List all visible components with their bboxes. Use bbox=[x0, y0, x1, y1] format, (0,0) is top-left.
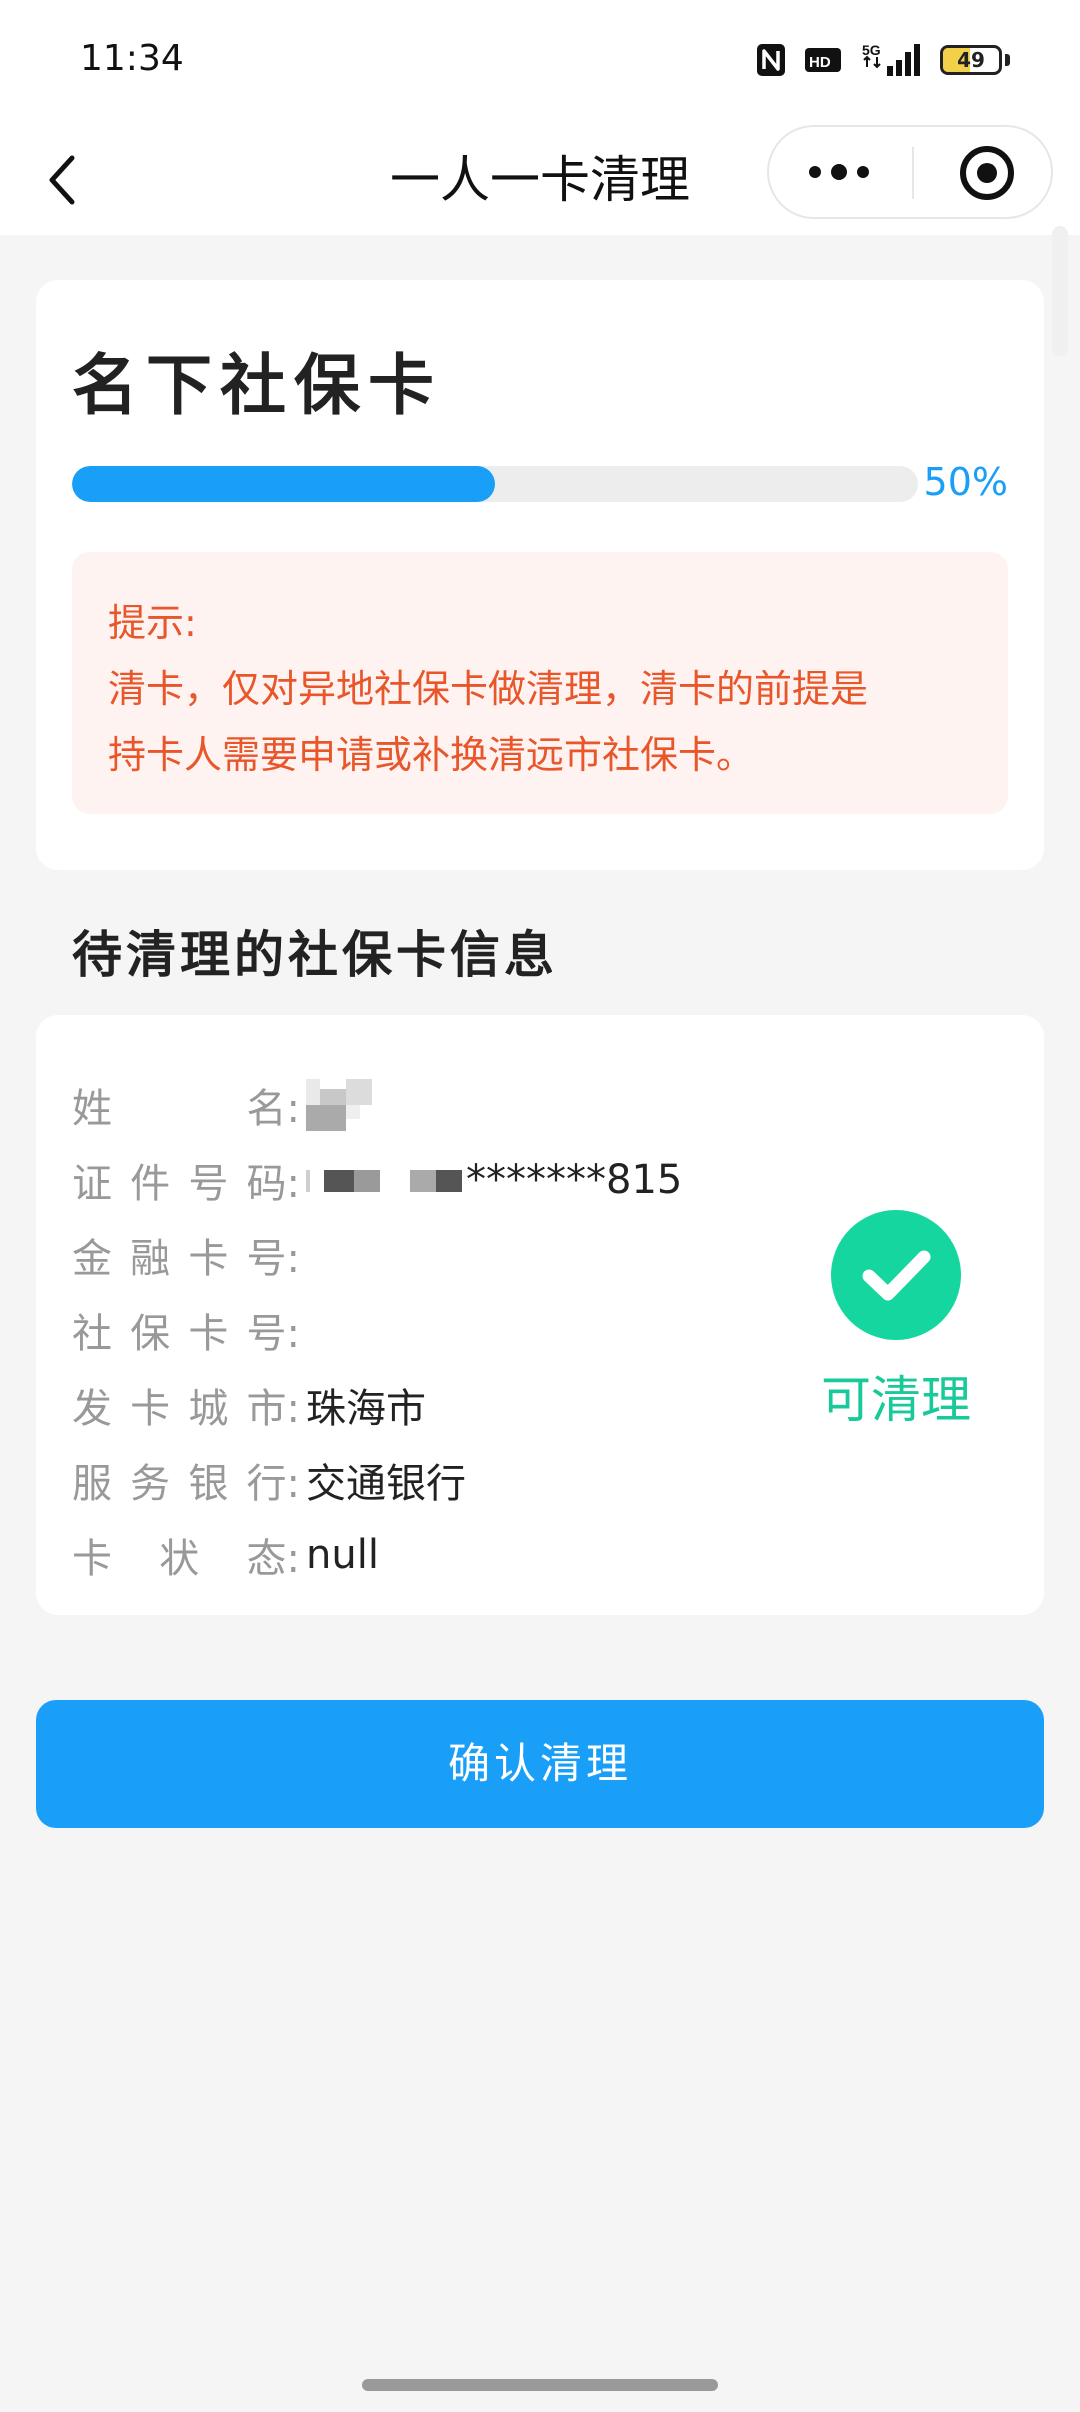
field-label: 证件号码: bbox=[72, 1151, 306, 1209]
label-char: 发 bbox=[72, 1386, 112, 1432]
close-target-icon[interactable] bbox=[957, 144, 1017, 202]
back-chevron-icon[interactable] bbox=[40, 150, 100, 210]
svg-text:HD: HD bbox=[809, 54, 831, 71]
field-label: 发卡城市: bbox=[72, 1376, 306, 1434]
status-icons: HD 5G 49 bbox=[756, 40, 1010, 80]
cleanable-status: 可清理 bbox=[821, 1371, 971, 1429]
label-char: 态: bbox=[246, 1536, 300, 1582]
progress-fill bbox=[72, 466, 495, 502]
label-char: 行: bbox=[246, 1461, 300, 1507]
label-char: 号: bbox=[246, 1311, 300, 1357]
notice-box: 提示: 清卡，仅对异地社保卡做清理，清卡的前提是 持卡人需要申请或补换清远市社保… bbox=[72, 552, 1008, 814]
label-char: 市: bbox=[246, 1386, 300, 1432]
home-indicator[interactable] bbox=[362, 2379, 718, 2391]
status-time: 11:34 bbox=[80, 38, 184, 79]
card-info-panel: 姓名: 证件号码: *******815 金融卡号: 社 保 卡 号: 发 卡 … bbox=[36, 1015, 1044, 1615]
nav-bar: 一人一卡清理 bbox=[0, 125, 1080, 235]
info-row-bank-card: 金融卡号: bbox=[72, 1220, 306, 1290]
info-row-social-card: 社保卡号: bbox=[72, 1295, 306, 1365]
battery-level: 49 bbox=[957, 48, 985, 72]
redacted-id-icon bbox=[306, 1170, 462, 1192]
field-label: 卡 状态: bbox=[72, 1526, 306, 1584]
label-char: 姓 bbox=[72, 1086, 112, 1132]
field-value: 珠海市 bbox=[306, 1386, 426, 1432]
label-char: 卡 bbox=[188, 1311, 229, 1357]
label-char: 社 bbox=[72, 1311, 112, 1357]
field-value-id: *******815 bbox=[306, 1157, 682, 1203]
label-char: 银 bbox=[188, 1461, 229, 1507]
field-value: *******815 bbox=[466, 1157, 683, 1203]
label-char: 名: bbox=[246, 1086, 300, 1132]
label-char: 号: bbox=[246, 1236, 300, 1282]
field-value: 交通银行 bbox=[306, 1461, 466, 1507]
notice-heading: 提示: bbox=[108, 601, 197, 645]
scrollbar[interactable] bbox=[1052, 226, 1068, 356]
info-row-id: 证件号码: *******815 bbox=[72, 1145, 682, 1215]
label-char: 件 bbox=[130, 1161, 171, 1207]
field-label: 姓 名: bbox=[72, 1076, 306, 1134]
field-value: null bbox=[306, 1532, 379, 1578]
mini-program-capsule bbox=[767, 125, 1053, 219]
label-char: 卡 bbox=[72, 1536, 112, 1582]
label-char: 卡 bbox=[188, 1236, 229, 1282]
progress-bar bbox=[72, 466, 918, 502]
info-row-bank: 服务银行: 交通银行 bbox=[72, 1445, 466, 1515]
label-char: 号 bbox=[188, 1161, 229, 1207]
confirm-clear-button[interactable]: 确认清理 bbox=[36, 1700, 1044, 1828]
label-char: 城 bbox=[188, 1386, 229, 1432]
label-char: 务 bbox=[130, 1461, 171, 1507]
field-value-redacted bbox=[306, 1077, 386, 1133]
field-label: 社保卡号: bbox=[72, 1301, 306, 1359]
signal-5g-icon: 5G bbox=[860, 42, 922, 78]
field-label: 服务银行: bbox=[72, 1451, 306, 1509]
section-title: 待清理的社保卡信息 bbox=[72, 926, 558, 984]
hd-icon: HD bbox=[804, 45, 842, 75]
info-row-name: 姓 名: bbox=[72, 1070, 386, 1140]
svg-text:5G: 5G bbox=[862, 42, 881, 58]
progress-label: 50% bbox=[923, 460, 1008, 504]
label-char: 状 bbox=[159, 1536, 200, 1582]
label-char: 融 bbox=[130, 1236, 171, 1282]
more-dots-icon[interactable] bbox=[799, 144, 879, 200]
label-char: 保 bbox=[130, 1311, 171, 1357]
battery-cap bbox=[1005, 54, 1010, 66]
check-circle-icon bbox=[831, 1210, 961, 1340]
info-row-status: 卡 状态: null bbox=[72, 1520, 379, 1590]
label-char: 码: bbox=[246, 1161, 300, 1207]
field-label: 金融卡号: bbox=[72, 1226, 306, 1284]
info-row-city: 发卡城市: 珠海市 bbox=[72, 1370, 426, 1440]
page-title: 一人一卡清理 bbox=[390, 151, 690, 209]
label-char: 服 bbox=[72, 1461, 112, 1507]
card-title: 名下社保卡 bbox=[72, 347, 442, 424]
notice-line: 清卡，仅对异地社保卡做清理，清卡的前提是 bbox=[108, 667, 869, 711]
status-bar: 11:34 HD 5G 49 bbox=[0, 0, 1080, 125]
label-char: 卡 bbox=[130, 1386, 171, 1432]
label-char: 证 bbox=[72, 1161, 112, 1207]
capsule-divider bbox=[912, 147, 914, 199]
redacted-name-icon bbox=[306, 1079, 372, 1131]
notice-line: 持卡人需要申请或补换清远市社保卡。 bbox=[108, 733, 755, 777]
summary-card: 名下社保卡 50% 提示: 清卡，仅对异地社保卡做清理，清卡的前提是 持卡人需要… bbox=[36, 280, 1044, 870]
label-char: 金 bbox=[72, 1236, 112, 1282]
battery-icon: 49 bbox=[940, 45, 1002, 75]
nfc-icon bbox=[756, 43, 786, 77]
